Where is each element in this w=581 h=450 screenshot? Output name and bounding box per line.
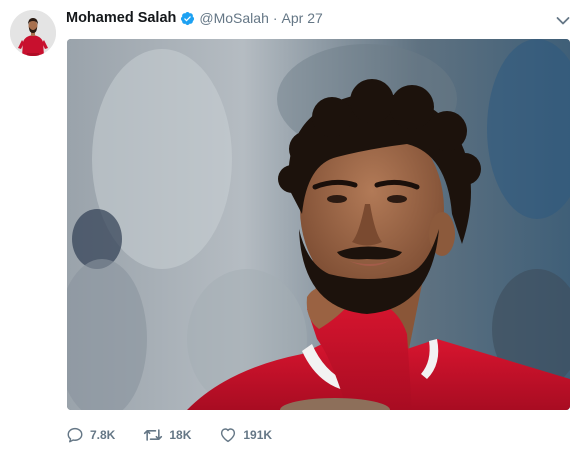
like-button[interactable]: 191K xyxy=(219,426,272,444)
author-handle[interactable]: @MoSalah xyxy=(199,10,268,26)
reply-icon xyxy=(66,426,84,444)
tweet-card: Mohamed Salah @MoSalah · Apr 27 7.8K 18K… xyxy=(0,0,581,450)
separator-dot: · xyxy=(272,10,278,26)
player-photo xyxy=(67,39,570,410)
tweet-date[interactable]: Apr 27 xyxy=(282,10,323,26)
heart-icon xyxy=(219,426,237,444)
chevron-down-icon[interactable] xyxy=(556,13,570,25)
avatar[interactable] xyxy=(10,10,56,56)
reply-count: 7.8K xyxy=(90,428,116,442)
reply-button[interactable]: 7.8K xyxy=(66,426,115,444)
author-name[interactable]: Mohamed Salah xyxy=(66,10,176,26)
retweet-count: 18K xyxy=(169,428,192,442)
retweet-button[interactable]: 18K xyxy=(143,426,191,444)
verified-badge-icon xyxy=(180,11,195,26)
tweet-photo[interactable] xyxy=(67,39,570,410)
retweet-icon xyxy=(143,426,163,444)
avatar-image xyxy=(10,10,56,56)
like-count: 191K xyxy=(243,428,273,442)
tweet-header: Mohamed Salah @MoSalah · Apr 27 xyxy=(66,9,323,27)
tweet-actions: 7.8K 18K 191K xyxy=(66,424,300,446)
